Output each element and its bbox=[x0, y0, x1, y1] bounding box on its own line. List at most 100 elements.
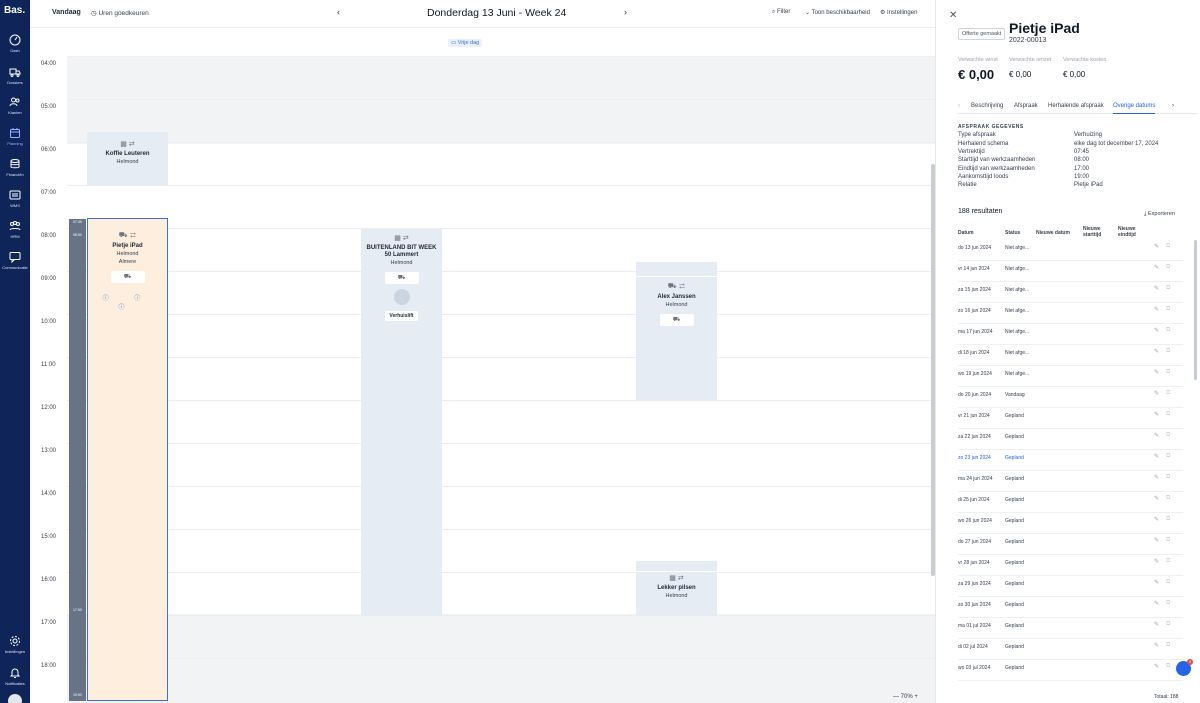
column-header-new-date[interactable]: Nieuwe datum bbox=[1036, 230, 1070, 236]
show-availability-button[interactable]: ⌄ Toon beschikbaarheid bbox=[805, 9, 870, 16]
tabs-scroll-left-icon[interactable]: ‹ bbox=[958, 103, 960, 109]
edit-icon[interactable]: ✎ bbox=[1154, 621, 1159, 628]
edit-icon[interactable]: ✎ bbox=[1154, 642, 1159, 649]
edit-icon[interactable]: ✎ bbox=[1154, 369, 1159, 376]
external-link-icon[interactable]: ⧉ bbox=[1166, 474, 1170, 481]
zoom-control[interactable]: — 70% + bbox=[893, 694, 918, 700]
sidebar-item-notificaties[interactable]: Notificaties bbox=[0, 667, 30, 686]
next-day-button[interactable]: › bbox=[624, 7, 627, 17]
external-link-icon[interactable]: ⧉ bbox=[1166, 432, 1170, 439]
sidebar-item-wms[interactable]: WMS bbox=[0, 189, 30, 208]
previous-day-button[interactable]: ‹ bbox=[337, 7, 340, 17]
sidebar-item-hrm[interactable]: HRM bbox=[0, 220, 30, 239]
external-link-icon[interactable]: ⧉ bbox=[1166, 264, 1170, 271]
tab-overige-datums[interactable]: Overige datums bbox=[1113, 103, 1156, 114]
assign-vehicle-button[interactable]: ⛟ bbox=[384, 272, 419, 284]
column-header-date[interactable]: Datum bbox=[958, 230, 974, 236]
table-row[interactable]: ma 01 jul 2024 Gepland ✎ ⧉ bbox=[958, 618, 1183, 639]
external-link-icon[interactable]: ⧉ bbox=[1166, 327, 1170, 334]
sidebar-item-instellingen[interactable]: Instellingen bbox=[0, 635, 30, 654]
tab-herhalende-afspraak[interactable]: Herhalende afspraak bbox=[1048, 103, 1104, 109]
event-alex-janssen[interactable]: ⛟ ⇄ Alex Janssen Helmond ⛟ bbox=[636, 262, 717, 400]
tab-afspraak[interactable]: Afspraak bbox=[1014, 103, 1038, 109]
export-button[interactable]: ⤓ Exporteren bbox=[1144, 211, 1175, 218]
external-link-icon[interactable]: ⧉ bbox=[1166, 558, 1170, 565]
table-row[interactable]: vr 28 jun 2024 Gepland ✎ ⧉ bbox=[958, 555, 1183, 576]
external-link-icon[interactable]: ⧉ bbox=[1166, 600, 1170, 607]
external-link-icon[interactable]: ⧉ bbox=[1166, 495, 1170, 502]
external-link-icon[interactable]: ⧉ bbox=[1166, 306, 1170, 313]
edit-icon[interactable]: ✎ bbox=[1154, 306, 1159, 313]
external-link-icon[interactable]: ⧉ bbox=[1166, 285, 1170, 292]
table-row[interactable]: za 29 jun 2024 Gepland ✎ ⧉ bbox=[958, 576, 1183, 597]
tab-beschrijving[interactable]: Beschrijving bbox=[971, 103, 1003, 109]
external-link-icon[interactable]: ⧉ bbox=[1166, 411, 1170, 418]
edit-icon[interactable]: ✎ bbox=[1154, 411, 1159, 418]
sidebar-item-planning[interactable]: Planning bbox=[0, 127, 30, 146]
external-link-icon[interactable]: ⧉ bbox=[1166, 621, 1170, 628]
today-button[interactable]: Vandaag bbox=[52, 9, 81, 16]
sidebar-item-dash[interactable]: Dash bbox=[0, 34, 30, 53]
external-link-icon[interactable]: ⧉ bbox=[1166, 369, 1170, 376]
external-link-icon[interactable]: ⧉ bbox=[1166, 390, 1170, 397]
event-koffie-leuteren[interactable]: ▦ ⇄ Koffie Leuteren Helmond bbox=[87, 132, 168, 186]
event-buitenland-bit-week[interactable]: ▦ ⇄ BUITENLAND BIT WEEK 50 Lammert Helmo… bbox=[361, 229, 442, 616]
assign-vehicle-button[interactable]: ⛟ bbox=[110, 271, 145, 283]
column-header-new-end[interactable]: Nieuwe eindtijd bbox=[1118, 226, 1146, 238]
external-link-icon[interactable]: ⧉ bbox=[1166, 579, 1170, 586]
edit-icon[interactable]: ✎ bbox=[1154, 516, 1159, 523]
edit-icon[interactable]: ✎ bbox=[1154, 600, 1159, 607]
edit-icon[interactable]: ✎ bbox=[1154, 285, 1159, 292]
edit-icon[interactable]: ✎ bbox=[1154, 432, 1159, 439]
sidebar-item-klanten[interactable]: Klanten bbox=[0, 96, 30, 115]
table-row[interactable]: ma 24 jun 2024 Gepland ✎ ⧉ bbox=[958, 471, 1183, 492]
edit-icon[interactable]: ✎ bbox=[1154, 264, 1159, 271]
external-link-icon[interactable]: ⧉ bbox=[1166, 537, 1170, 544]
filter-button[interactable]: ⌕ Filter bbox=[772, 9, 790, 16]
edit-icon[interactable]: ✎ bbox=[1154, 558, 1159, 565]
table-row[interactable]: wo 19 jun 2024 Niet afge... ✎ ⧉ bbox=[958, 366, 1183, 387]
table-row[interactable]: ma 17 jun 2024 Niet afge... ✎ ⧉ bbox=[958, 324, 1183, 345]
edit-icon[interactable]: ✎ bbox=[1154, 390, 1159, 397]
external-link-icon[interactable]: ⧉ bbox=[1166, 642, 1170, 649]
table-row[interactable]: di 02 jul 2024 Gepland ✎ ⧉ bbox=[958, 639, 1183, 660]
event-lekker-pilsen[interactable]: ▦ ⇄ Lekker pilsen Helmond bbox=[636, 561, 717, 616]
edit-icon[interactable]: ✎ bbox=[1154, 495, 1159, 502]
sidebar-item-dossiers[interactable]: Dossiers bbox=[0, 66, 30, 85]
settings-button[interactable]: ⚙ Instellingen bbox=[880, 9, 917, 16]
table-row[interactable]: zo 30 jun 2024 Gepland ✎ ⧉ bbox=[958, 597, 1183, 618]
tabs-scroll-right-icon[interactable]: › bbox=[1172, 103, 1174, 109]
panel-scrollbar[interactable] bbox=[1194, 240, 1197, 380]
external-link-icon[interactable]: ⧉ bbox=[1166, 348, 1170, 355]
column-header-new-start[interactable]: Nieuwe starttijd bbox=[1083, 226, 1111, 238]
edit-icon[interactable]: ✎ bbox=[1154, 327, 1159, 334]
sidebar-item-financien[interactable]: Financiën bbox=[0, 158, 30, 177]
close-icon[interactable]: ✕ bbox=[949, 10, 957, 21]
external-link-icon[interactable]: ⧉ bbox=[1166, 243, 1170, 250]
external-link-icon[interactable]: ⧉ bbox=[1166, 663, 1170, 670]
approve-hours-button[interactable]: ◷ Uren goedkeuren bbox=[91, 9, 149, 17]
table-row[interactable]: do 13 jun 2024 Niet afge... ✎ ⧉ bbox=[958, 240, 1183, 261]
external-link-icon[interactable]: ⧉ bbox=[1166, 516, 1170, 523]
user-avatar[interactable] bbox=[8, 694, 22, 703]
table-row[interactable]: do 20 jun 2024 Vandaag ✎ ⧉ bbox=[958, 387, 1183, 408]
event-pietje-ipad[interactable]: ⛟ ⇄ Pietje iPad Helmond Almere ⛟ ⓘ ⓘ ⓘ bbox=[87, 218, 168, 701]
edit-icon[interactable]: ✎ bbox=[1154, 537, 1159, 544]
app-logo[interactable]: Bas. bbox=[4, 5, 25, 16]
verhuislift-button[interactable]: Verhuislift bbox=[385, 311, 418, 321]
sidebar-item-communicatie[interactable]: Communicatie bbox=[0, 251, 30, 270]
edit-icon[interactable]: ✎ bbox=[1154, 243, 1159, 250]
table-row[interactable]: di 25 jun 2024 Gepland ✎ ⧉ bbox=[958, 492, 1183, 513]
table-row[interactable]: wo 26 jun 2024 Gepland ✎ ⧉ bbox=[958, 513, 1183, 534]
free-day-badge[interactable]: ▭ Vrije dag bbox=[448, 39, 483, 47]
assign-vehicle-button[interactable]: ⛟ bbox=[659, 314, 694, 326]
table-row[interactable]: di 18 jun 2024 Niet afge... ✎ ⧉ bbox=[958, 345, 1183, 366]
employee-avatar[interactable] bbox=[393, 289, 410, 305]
table-row[interactable]: vr 21 jun 2024 Gepland ✎ ⧉ bbox=[958, 408, 1183, 429]
external-link-icon[interactable]: ⧉ bbox=[1166, 453, 1170, 460]
table-row[interactable]: vr 14 jun 2024 Niet afge... ✎ ⧉ bbox=[958, 261, 1183, 282]
edit-icon[interactable]: ✎ bbox=[1154, 663, 1159, 670]
edit-icon[interactable]: ✎ bbox=[1154, 579, 1159, 586]
table-row[interactable]: do 27 jun 2024 Gepland ✎ ⧉ bbox=[958, 534, 1183, 555]
table-row[interactable]: zo 16 jun 2024 Niet afge... ✎ ⧉ bbox=[958, 303, 1183, 324]
